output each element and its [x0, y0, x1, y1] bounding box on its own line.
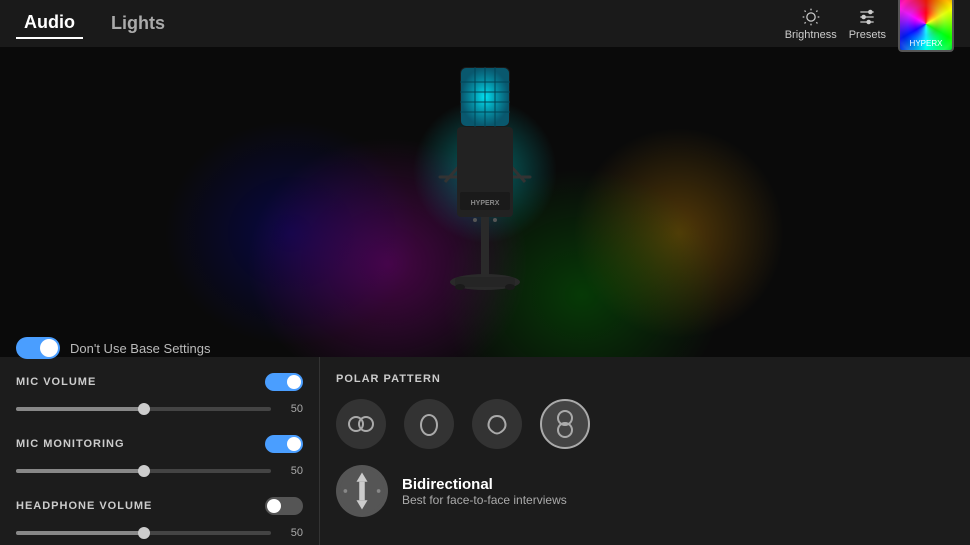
right-controls: POLAR PATTERN — [320, 357, 970, 545]
controls-area: MIC VOLUME 50 MIC MONITORING — [0, 357, 970, 545]
mic-monitoring-fill — [16, 469, 144, 473]
polar-desc-text: Bidirectional Best for face-to-face inte… — [402, 476, 567, 507]
mic-volume-thumb[interactable] — [138, 403, 150, 415]
tab-audio[interactable]: Audio — [16, 8, 83, 39]
headphone-volume-value: 50 — [279, 527, 303, 539]
mic-volume-fill — [16, 407, 144, 411]
mic-volume-slider[interactable] — [16, 399, 271, 419]
toggle-knob — [40, 339, 58, 357]
headphone-volume-slider-row: 50 — [16, 523, 303, 543]
headphone-volume-toggle-knob — [267, 499, 281, 513]
base-settings-row: Don't Use Base Settings — [16, 337, 211, 359]
mic-monitoring-label: MIC MONITORING — [16, 438, 125, 450]
polar-desc-bidirectional-icon — [338, 467, 386, 515]
mic-monitoring-slider-row: 50 — [16, 461, 303, 481]
mic-volume-slider-row: 50 — [16, 399, 303, 419]
polar-pattern-label: POLAR PATTERN — [336, 373, 954, 385]
mic-volume-track — [16, 407, 271, 411]
presets-label: Presets — [849, 29, 886, 41]
svg-text:HYPERX: HYPERX — [471, 200, 500, 207]
mic-monitoring-section: MIC MONITORING 50 — [16, 435, 303, 481]
presets-thumb-text: HYPERX — [900, 39, 952, 48]
polar-pattern-icons — [336, 399, 954, 449]
mic-monitoring-header: MIC MONITORING — [16, 435, 303, 453]
polar-bidirectional-button[interactable] — [540, 399, 590, 449]
base-settings-label: Don't Use Base Settings — [70, 341, 211, 356]
brightness-icon — [801, 7, 821, 27]
microphone-image: HYPERX — [385, 47, 585, 357]
header-right: Brightness Presets HYPERX — [785, 0, 954, 52]
polar-description: Bidirectional Best for face-to-face inte… — [336, 465, 954, 517]
brightness-label: Brightness — [785, 29, 837, 41]
nav-tabs: Audio Lights — [16, 8, 173, 39]
mic-volume-toggle-knob — [287, 375, 301, 389]
brightness-button[interactable]: Brightness — [785, 7, 837, 41]
polar-omni-button[interactable] — [472, 399, 522, 449]
polar-stereo-button[interactable] — [336, 399, 386, 449]
headphone-volume-thumb[interactable] — [138, 527, 150, 539]
mic-monitoring-toggle[interactable] — [265, 435, 303, 453]
polar-bidirectional-icon — [549, 408, 581, 440]
polar-cardioid-icon — [413, 408, 445, 440]
headphone-volume-header: HEADPHONE VOLUME — [16, 497, 303, 515]
headphone-volume-label: HEADPHONE VOLUME — [16, 500, 152, 512]
headphone-volume-track — [16, 531, 271, 535]
header: Audio Lights Brightness — [0, 0, 970, 47]
polar-stereo-icon — [345, 408, 377, 440]
mic-volume-toggle[interactable] — [265, 373, 303, 391]
microphone-svg: HYPERX — [425, 62, 545, 342]
headphone-volume-slider[interactable] — [16, 523, 271, 543]
polar-desc-icon-wrap — [336, 465, 388, 517]
presets-thumbnail[interactable]: HYPERX — [898, 0, 954, 52]
left-controls: MIC VOLUME 50 MIC MONITORING — [0, 357, 320, 545]
mic-volume-header: MIC VOLUME — [16, 373, 303, 391]
headphone-volume-section: HEADPHONE VOLUME 50 — [16, 497, 303, 543]
tab-lights[interactable]: Lights — [103, 9, 173, 38]
mic-monitoring-thumb[interactable] — [138, 465, 150, 477]
base-settings-toggle[interactable] — [16, 337, 60, 359]
presets-button[interactable]: Presets — [849, 7, 886, 41]
headphone-volume-toggle[interactable] — [265, 497, 303, 515]
headphone-volume-fill — [16, 531, 144, 535]
polar-pattern-name: Bidirectional — [402, 476, 567, 493]
mic-volume-section: MIC VOLUME 50 — [16, 373, 303, 419]
polar-pattern-description: Best for face-to-face interviews — [402, 493, 567, 507]
mic-monitoring-toggle-knob — [287, 437, 301, 451]
polar-cardioid-button[interactable] — [404, 399, 454, 449]
mic-volume-value: 50 — [279, 403, 303, 415]
mic-monitoring-slider[interactable] — [16, 461, 271, 481]
mic-display-area: HYPERX — [0, 47, 970, 357]
polar-omni-icon — [481, 408, 513, 440]
mic-volume-label: MIC VOLUME — [16, 376, 96, 388]
mic-monitoring-track — [16, 469, 271, 473]
mic-monitoring-value: 50 — [279, 465, 303, 477]
presets-icon — [857, 7, 877, 27]
